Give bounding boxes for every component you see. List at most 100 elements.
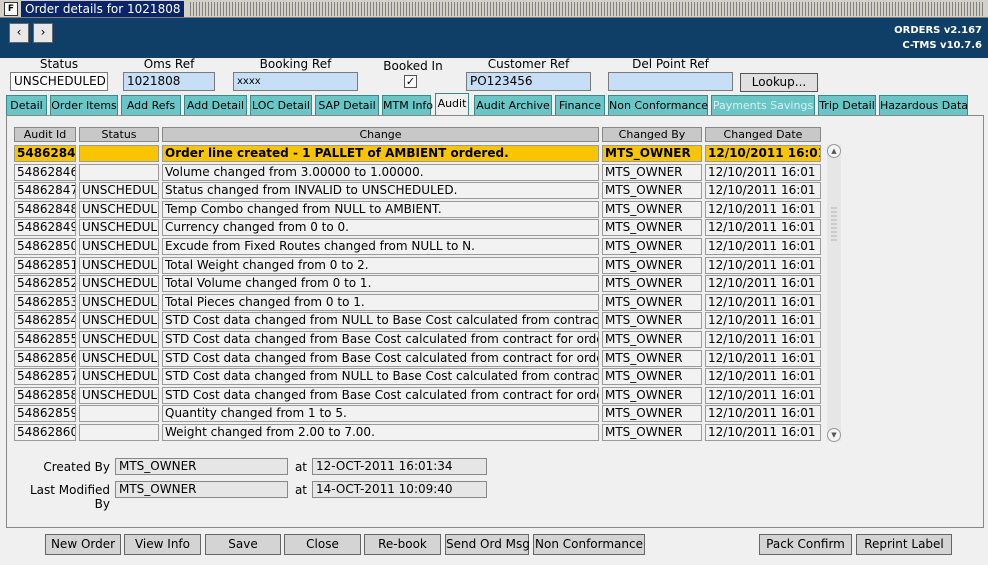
cell-audit-id[interactable]: 54862846 [14,163,76,181]
close-button[interactable]: Close [284,534,361,555]
tab-detail[interactable]: Detail [6,95,47,115]
cell-status[interactable] [79,145,159,162]
cell-changed-by[interactable]: MTS_OWNER [602,182,702,200]
oms-ref-field[interactable]: 1021808 [123,72,215,91]
cell-changed-date[interactable]: 12/10/2011 16:01 [705,331,821,348]
cell-changed-date[interactable]: 12/10/2011 16:01 [705,368,821,386]
cell-changed-date[interactable]: 12/10/2011 16:01 [705,405,821,423]
cell-change[interactable]: Quantity changed from 1 to 5. [162,405,599,423]
scroll-down-icon[interactable]: ▼ [827,428,841,442]
cell-status[interactable]: UNSCHEDUL [79,256,159,274]
tab-trip-detail[interactable]: Trip Detail [818,95,876,115]
cell-changed-date[interactable]: 12/10/2011 16:01 [705,386,821,404]
cell-changed-date[interactable]: 12/10/2011 16:01 [705,200,821,218]
vertical-scrollbar[interactable] [827,145,841,441]
cell-change[interactable]: STD Cost data changed from Base Cost cal… [162,331,599,348]
lookup-button[interactable]: Lookup... [740,73,818,92]
cell-status[interactable]: UNSCHEDUL [79,182,159,200]
cell-change[interactable]: STD Cost data changed from NULL to Base … [162,368,599,386]
cell-change[interactable]: Excude from Fixed Routes changed from NU… [162,238,599,255]
cell-changed-date[interactable]: 12/10/2011 16:01 [705,349,821,367]
cell-audit-id[interactable]: 54862850 [14,238,76,255]
cell-change[interactable]: Total Pieces changed from 0 to 1. [162,293,599,311]
cell-status[interactable] [79,405,159,423]
tab-order-items[interactable]: Order Items [50,95,118,115]
cell-changed-by[interactable]: MTS_OWNER [602,293,702,311]
cell-change[interactable]: Status changed from INVALID to UNSCHEDUL… [162,182,599,200]
cell-change[interactable]: Total Volume changed from 0 to 1. [162,275,599,293]
cell-change[interactable]: Weight changed from 2.00 to 7.00. [162,424,599,441]
cell-changed-by[interactable]: MTS_OWNER [602,275,702,293]
cell-status[interactable]: UNSCHEDUL [79,386,159,404]
cell-status[interactable] [79,424,159,441]
tab-add-detail[interactable]: Add Detail [184,95,247,115]
del-point-ref-field[interactable] [608,72,733,91]
save-button[interactable]: Save [205,534,281,555]
cell-status[interactable]: UNSCHEDUL [79,219,159,237]
cell-audit-id[interactable]: 54862853 [14,293,76,311]
cell-status[interactable]: UNSCHEDUL [79,275,159,293]
cell-changed-by[interactable]: MTS_OWNER [602,405,702,423]
cell-changed-by[interactable]: MTS_OWNER [602,424,702,441]
back-button[interactable]: ‹ [9,23,29,43]
cell-changed-by[interactable]: MTS_OWNER [602,349,702,367]
cell-audit-id[interactable]: 54862852 [14,275,76,293]
tab-mtm-info[interactable]: MTM Info [382,95,433,115]
rebook-button[interactable]: Re-book [364,534,441,555]
cell-audit-id[interactable]: 54862858 [14,386,76,404]
cell-changed-date[interactable]: 12/10/2011 16:01 [705,312,821,330]
cell-changed-by[interactable]: MTS_OWNER [602,256,702,274]
cell-audit-id[interactable]: 54862857 [14,368,76,386]
cell-changed-date[interactable]: 12/10/2011 16:01 [705,163,821,181]
cell-audit-id[interactable]: 54862845 [14,145,76,162]
cell-status[interactable]: UNSCHEDUL [79,312,159,330]
cell-changed-by[interactable]: MTS_OWNER [602,386,702,404]
non-conformance-button[interactable]: Non Conformance [533,534,645,555]
forward-button[interactable]: › [33,23,53,43]
col-status[interactable]: Status [79,127,159,142]
cell-changed-by[interactable]: MTS_OWNER [602,312,702,330]
cell-change[interactable]: STD Cost data changed from Base Cost cal… [162,349,599,367]
cell-audit-id[interactable]: 54862847 [14,182,76,200]
tab-sap-detail[interactable]: SAP Detail [315,95,379,115]
cell-status[interactable] [79,163,159,181]
cell-audit-id[interactable]: 54862855 [14,331,76,348]
tab-non-conformance[interactable]: Non Conformance [608,95,708,115]
cell-audit-id[interactable]: 54862856 [14,349,76,367]
cell-change[interactable]: Temp Combo changed from NULL to AMBIENT. [162,200,599,218]
cell-changed-date[interactable]: 12/10/2011 16:01 [705,256,821,274]
cell-status[interactable]: UNSCHEDUL [79,293,159,311]
cell-audit-id[interactable]: 54862854 [14,312,76,330]
view-info-button[interactable]: View Info [124,534,201,555]
cell-changed-date[interactable]: 12/10/2011 16:01 [705,424,821,441]
cell-status[interactable]: UNSCHEDUL [79,238,159,255]
customer-ref-field[interactable]: PO123456 [466,72,591,91]
cell-audit-id[interactable]: 54862859 [14,405,76,423]
cell-change[interactable]: Volume changed from 3.00000 to 1.00000. [162,163,599,181]
cell-changed-date[interactable]: 12/10/2011 16:01 [705,238,821,255]
booked-in-checkbox[interactable]: ✓ [404,75,417,88]
cell-change[interactable]: Currency changed from 0 to 0. [162,219,599,237]
cell-change[interactable]: Order line created - 1 PALLET of AMBIENT… [162,145,599,162]
new-order-button[interactable]: New Order [45,534,121,555]
cell-change[interactable]: STD Cost data changed from Base Cost cal… [162,386,599,404]
cell-changed-date[interactable]: 12/10/2011 16:01 [705,182,821,200]
cell-changed-date[interactable]: 12/10/2011 16:01 [705,293,821,311]
col-changed-by[interactable]: Changed By [602,127,702,142]
reprint-label-button[interactable]: Reprint Label [856,534,952,555]
scroll-up-icon[interactable]: ▲ [827,144,841,158]
cell-status[interactable]: UNSCHEDUL [79,368,159,386]
send-ord-msg-button[interactable]: Send Ord Msg [445,534,530,555]
cell-audit-id[interactable]: 54862851 [14,256,76,274]
cell-audit-id[interactable]: 54862860 [14,424,76,441]
cell-changed-by[interactable]: MTS_OWNER [602,200,702,218]
cell-change[interactable]: STD Cost data changed from NULL to Base … [162,312,599,330]
col-audit-id[interactable]: Audit Id [14,127,76,142]
tab-audit-archive[interactable]: Audit Archive [474,95,552,115]
cell-changed-by[interactable]: MTS_OWNER [602,238,702,255]
cell-changed-date[interactable]: 12/10/2011 16:01 [705,219,821,237]
cell-audit-id[interactable]: 54862849 [14,219,76,237]
cell-changed-by[interactable]: MTS_OWNER [602,145,702,162]
cell-changed-by[interactable]: MTS_OWNER [602,368,702,386]
tab-hazardous-data[interactable]: Hazardous Data [879,95,968,115]
